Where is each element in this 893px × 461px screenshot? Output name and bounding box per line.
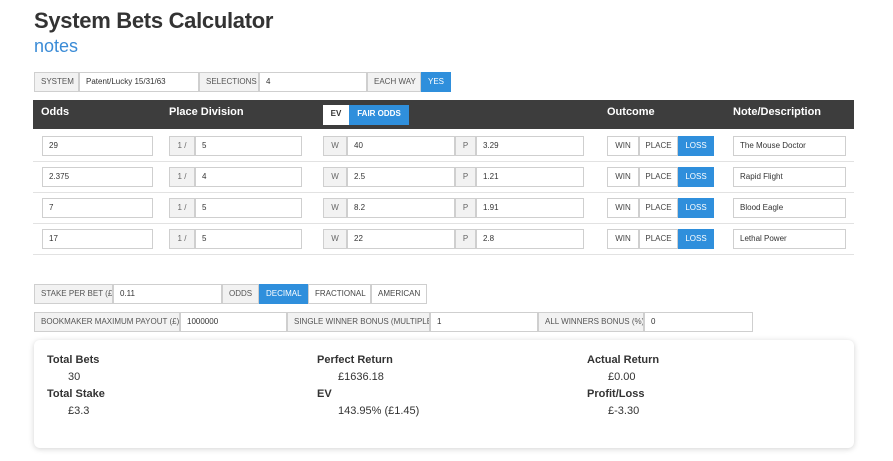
place-odds-input[interactable]: 3.29 (476, 136, 584, 156)
each-way-toggle[interactable]: YES (421, 72, 451, 92)
place-odds-prefix: P (455, 229, 476, 249)
total-bets-label: Total Bets (47, 354, 100, 366)
odds-input[interactable]: 17 (42, 229, 153, 249)
each-way-label: EACH WAY (367, 72, 421, 92)
row-divider (33, 192, 854, 193)
outcome-win-button[interactable]: WIN (607, 136, 639, 156)
odds-format-decimal[interactable]: DECIMAL (259, 284, 308, 304)
all-winners-bonus-input[interactable]: 0 (644, 312, 753, 332)
selections-label: SELECTIONS (199, 72, 259, 92)
total-stake-label: Total Stake (47, 388, 105, 400)
odds-input[interactable]: 29 (42, 136, 153, 156)
profit-loss-label: Profit/Loss (587, 388, 645, 400)
ev-label: EV (317, 388, 332, 400)
place-division-prefix: 1 / (169, 198, 195, 218)
single-winner-bonus-input[interactable]: 1 (430, 312, 538, 332)
system-select[interactable]: Patent/Lucky 15/31/63 (79, 72, 199, 92)
header-odds: Odds (41, 106, 70, 118)
stake-input[interactable]: 0.11 (113, 284, 222, 304)
ev-fair-odds-toggle: EV FAIR ODDS (323, 105, 409, 125)
odds-format-american[interactable]: AMERICAN (371, 284, 427, 304)
win-odds-prefix: W (323, 136, 347, 156)
notes-link[interactable]: notes (34, 36, 78, 57)
ev-button[interactable]: EV (323, 105, 349, 125)
win-odds-input[interactable]: 8.2 (347, 198, 455, 218)
max-payout-input[interactable]: 1000000 (180, 312, 287, 332)
row-divider (33, 223, 854, 224)
place-odds-prefix: P (455, 167, 476, 187)
win-odds-input[interactable]: 22 (347, 229, 455, 249)
win-odds-input[interactable]: 2.5 (347, 167, 455, 187)
total-bets-value: 30 (68, 371, 81, 383)
perfect-return-label: Perfect Return (317, 354, 393, 366)
outcome-place-button[interactable]: PLACE (639, 198, 678, 218)
fair-odds-button[interactable]: FAIR ODDS (349, 105, 409, 125)
outcome-place-button[interactable]: PLACE (639, 136, 678, 156)
note-input[interactable]: Lethal Power (733, 229, 846, 249)
odds-input[interactable]: 2.375 (42, 167, 153, 187)
place-division-input[interactable]: 5 (195, 136, 302, 156)
outcome-loss-button[interactable]: LOSS (678, 198, 714, 218)
actual-return-label: Actual Return (587, 354, 660, 366)
place-odds-input[interactable]: 1.21 (476, 167, 584, 187)
profit-loss-value: £-3.30 (608, 405, 640, 417)
place-division-prefix: 1 / (169, 229, 195, 249)
system-label: SYSTEM (34, 72, 79, 92)
header-outcome: Outcome (607, 106, 655, 118)
place-division-input[interactable]: 5 (195, 198, 302, 218)
header-note: Note/Description (733, 106, 822, 118)
outcome-loss-button[interactable]: LOSS (678, 229, 714, 249)
outcome-win-button[interactable]: WIN (607, 167, 639, 187)
note-input[interactable]: The Mouse Doctor (733, 136, 846, 156)
win-odds-prefix: W (323, 167, 347, 187)
total-stake-value: £3.3 (68, 405, 90, 417)
odds-format-label: ODDS (222, 284, 259, 304)
place-odds-prefix: P (455, 198, 476, 218)
row-divider (33, 161, 854, 162)
max-payout-label: BOOKMAKER MAXIMUM PAYOUT (£) (34, 312, 180, 332)
place-odds-prefix: P (455, 136, 476, 156)
place-division-prefix: 1 / (169, 167, 195, 187)
table-header: Odds Place Division Outcome Note/Descrip… (33, 100, 854, 129)
win-odds-prefix: W (323, 198, 347, 218)
outcome-loss-button[interactable]: LOSS (678, 167, 714, 187)
note-input[interactable]: Blood Eagle (733, 198, 846, 218)
place-division-input[interactable]: 5 (195, 229, 302, 249)
row-divider (33, 254, 854, 255)
selections-input[interactable]: 4 (259, 72, 367, 92)
place-division-prefix: 1 / (169, 136, 195, 156)
place-odds-input[interactable]: 2.8 (476, 229, 584, 249)
single-winner-bonus-label: SINGLE WINNER BONUS (MULTIPLE) (287, 312, 430, 332)
header-place-division: Place Division (169, 106, 244, 118)
win-odds-input[interactable]: 40 (347, 136, 455, 156)
outcome-win-button[interactable]: WIN (607, 198, 639, 218)
place-odds-input[interactable]: 1.91 (476, 198, 584, 218)
perfect-return-value: £1636.18 (338, 371, 384, 383)
place-division-input[interactable]: 4 (195, 167, 302, 187)
outcome-place-button[interactable]: PLACE (639, 229, 678, 249)
win-odds-prefix: W (323, 229, 347, 249)
actual-return-value: £0.00 (608, 371, 636, 383)
stake-label: STAKE PER BET (£) (34, 284, 113, 304)
note-input[interactable]: Rapid Flight (733, 167, 846, 187)
page-title: System Bets Calculator (34, 8, 274, 33)
all-winners-bonus-label: ALL WINNERS BONUS (%) (538, 312, 644, 332)
odds-format-fractional[interactable]: FRACTIONAL (308, 284, 371, 304)
results-summary: Total Bets 30 Total Stake £3.3 Perfect R… (34, 340, 854, 448)
outcome-loss-button[interactable]: LOSS (678, 136, 714, 156)
outcome-place-button[interactable]: PLACE (639, 167, 678, 187)
outcome-win-button[interactable]: WIN (607, 229, 639, 249)
ev-value: 143.95% (£1.45) (338, 405, 420, 417)
odds-input[interactable]: 7 (42, 198, 153, 218)
